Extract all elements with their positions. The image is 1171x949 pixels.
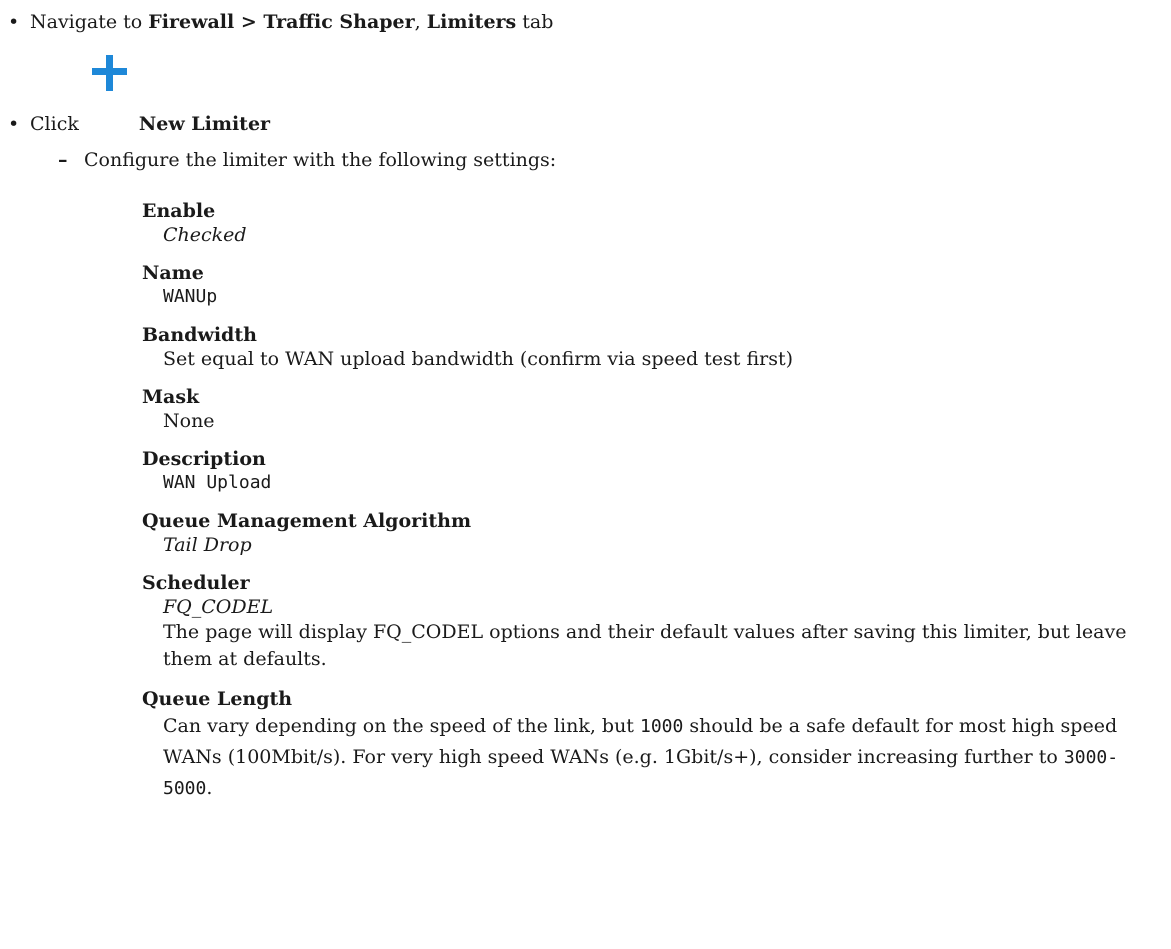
setting-value: Can vary depending on the speed of the l…: [163, 711, 1162, 804]
plus-icon-graphic: [91, 55, 127, 91]
menu-path: Firewall > Traffic Shaper: [148, 11, 415, 33]
bullet: •: [8, 113, 20, 135]
setting-value: None: [163, 410, 215, 432]
period: .: [206, 777, 213, 799]
tab-name: Limiters: [426, 11, 517, 33]
setting-bandwidth: Bandwidth Set equal to WAN upload bandwi…: [142, 323, 1162, 371]
navigate-prefix: Navigate to: [30, 11, 143, 33]
setting-scheduler: Scheduler FQ_CODEL The page will display…: [142, 571, 1162, 673]
dash-bullet: –: [58, 149, 68, 171]
setting-term: Name: [142, 262, 204, 284]
setting-enable: Enable Checked: [142, 199, 1162, 247]
navigate-suffix: tab: [522, 11, 554, 33]
code-value: 1000: [640, 716, 684, 737]
configure-step: – Configure the limiter with the followin…: [58, 148, 556, 172]
plus-icon: [91, 55, 129, 133]
settings-list: Enable Checked Name WANUp Bandwidth Set …: [142, 199, 1162, 818]
setting-queue-management: Queue Management Algorithm Tail Drop: [142, 509, 1162, 557]
setting-value: Tail Drop: [163, 534, 252, 556]
setting-value: FQ_CODEL: [163, 596, 274, 618]
click-step: • Click New Limiter: [8, 55, 271, 136]
new-limiter-label: New Limiter: [138, 113, 271, 135]
click-prefix: Click: [30, 113, 79, 135]
bullet: •: [8, 11, 20, 33]
range-dash: -: [1107, 747, 1119, 768]
setting-term: Queue Management Algorithm: [142, 510, 472, 532]
setting-term: Description: [142, 448, 266, 470]
setting-value-block: FQ_CODEL The page will display FQ_CODEL …: [163, 595, 1162, 673]
setting-description: Description WAN Upload: [142, 447, 1162, 495]
setting-value: WANUp: [163, 286, 218, 307]
configure-intro: Configure the limiter with the following…: [84, 149, 557, 171]
setting-term: Scheduler: [142, 572, 250, 594]
separator: ,: [414, 11, 421, 33]
code-value: 5000: [163, 778, 207, 799]
text-fragment: Can vary depending on the speed of the l…: [163, 715, 634, 737]
code-value: 3000: [1063, 747, 1108, 768]
navigate-step: • Navigate to Firewall > Traffic Shaper, …: [8, 10, 553, 34]
setting-name: Name WANUp: [142, 261, 1162, 309]
setting-value: Checked: [163, 224, 247, 246]
setting-note: The page will display FQ_CODEL options a…: [163, 621, 1127, 670]
setting-term: Bandwidth: [142, 324, 257, 346]
setting-term: Mask: [142, 386, 200, 408]
setting-queue-length: Queue Length Can vary depending on the s…: [142, 687, 1162, 804]
setting-value: WAN Upload: [163, 472, 272, 493]
setting-value: Set equal to WAN upload bandwidth (confi…: [163, 348, 794, 370]
setting-term: Queue Length: [142, 688, 293, 710]
setting-term: Enable: [142, 200, 216, 222]
setting-mask: Mask None: [142, 385, 1162, 433]
